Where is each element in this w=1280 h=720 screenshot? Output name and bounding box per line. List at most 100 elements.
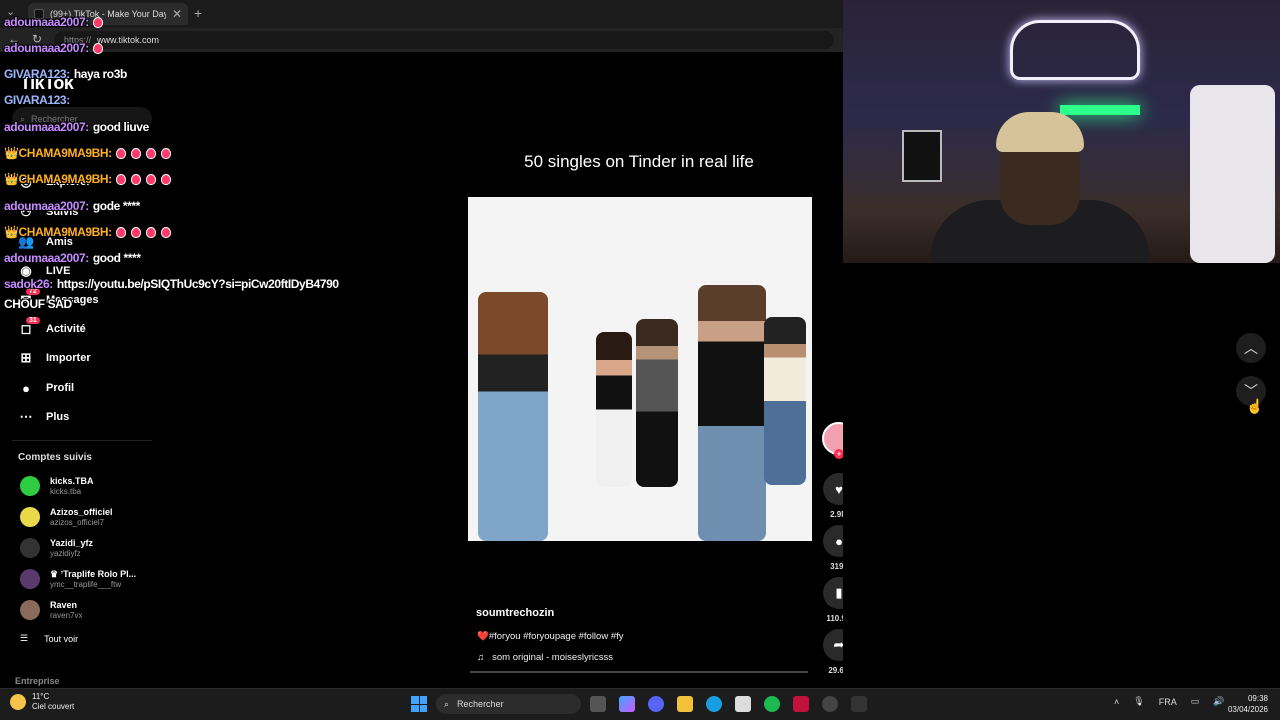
following-heading: Comptes suivis xyxy=(18,452,92,463)
heart-emote-icon xyxy=(160,226,171,238)
heart-icon[interactable]: ♥ xyxy=(823,473,843,505)
weather-temp: 11°C xyxy=(32,692,50,701)
sidebar-item-label: Importer xyxy=(46,352,91,364)
video-caption[interactable]: ❤️#foryou #foryoupage #follow #fy xyxy=(477,631,624,642)
previous-video-button[interactable]: ︿ xyxy=(1236,333,1266,363)
cow-plush xyxy=(1190,85,1275,263)
heart-emote-icon xyxy=(130,173,141,185)
chat-username: 👑CHAMA9MA9BH: xyxy=(4,146,112,160)
spotify-icon[interactable] xyxy=(764,696,780,712)
chat-username: 👑CHAMA9MA9BH: xyxy=(4,225,112,239)
share-icon[interactable]: ➦ xyxy=(823,629,843,661)
steam-icon[interactable] xyxy=(822,696,838,712)
chat-message: sadok26: https://youtu.be/pSIQThUc9cY?si=… xyxy=(4,274,339,294)
language-indicator[interactable]: FRA xyxy=(1159,697,1177,707)
sidebar-item-importer[interactable]: ⊞ Importer xyxy=(18,346,91,370)
chat-username: adoumaaa2007: xyxy=(4,120,89,134)
store-icon[interactable] xyxy=(735,696,751,712)
discord-icon[interactable] xyxy=(648,696,664,712)
profile-icon: ● xyxy=(22,380,30,396)
weather-widget[interactable]: 11°C Ciel couvert xyxy=(10,692,74,712)
activity-icon: ◻ 31 xyxy=(18,317,40,337)
music-note-icon: ♫ xyxy=(477,652,485,663)
sidebar-divider xyxy=(12,440,152,441)
chat-username: GIVARA123: xyxy=(4,93,70,107)
chat-text: good **** xyxy=(92,251,141,265)
video-creator-name[interactable]: soumtrechozin xyxy=(476,607,554,619)
task-view-icon[interactable] xyxy=(590,696,606,712)
chat-message: adoumaaa2007: xyxy=(4,38,108,58)
followed-account[interactable]: ♛ ʼTraplife Rolo Pl... ymc__traplife___ft… xyxy=(20,566,136,592)
streamer-cap xyxy=(996,112,1084,152)
neon-sign xyxy=(1010,20,1140,80)
heart-emote-icon xyxy=(130,147,141,159)
sidebar-item-profil[interactable]: ● Profil xyxy=(18,376,74,400)
followed-account[interactable]: Azizos_officiel azizos_officiel7 xyxy=(20,504,113,530)
account-handle: ymc__traplife___ftw xyxy=(50,580,122,589)
new-tab-icon[interactable]: + xyxy=(194,5,202,21)
followed-account[interactable]: Raven raven7vx xyxy=(20,597,82,623)
app-icon[interactable] xyxy=(793,696,809,712)
share-count: 29.6K xyxy=(828,666,843,675)
chat-message: GIVARA123: xyxy=(4,90,74,110)
followed-account[interactable]: kicks.TBA kicks.tba xyxy=(20,473,94,499)
windows-start-icon[interactable] xyxy=(411,696,427,712)
chat-text: good liuve xyxy=(92,120,149,134)
follow-plus-icon[interactable]: + xyxy=(834,449,843,459)
heart-emote-icon xyxy=(115,147,126,159)
sidebar-item-label: Activité xyxy=(46,323,86,335)
clock-date: 03/04/2026 xyxy=(1227,705,1268,714)
chevron-up-icon: ︿ xyxy=(1244,340,1258,356)
chat-text: https://youtu.be/pSIQThUc9cY?si=piCw20ft… xyxy=(56,277,339,291)
chat-message: 👑CHAMA9MA9BH: xyxy=(4,169,176,189)
browser-window: ⌄ (99+) TikTok - Make Your Day ✕ + ← ↻ h… xyxy=(0,0,843,688)
close-tab-icon[interactable]: ✕ xyxy=(172,7,182,21)
microphone-icon[interactable]: 🎙 xyxy=(1133,696,1144,707)
chat-username: adoumaaa2007: xyxy=(4,41,89,55)
chat-username: GIVARA123: xyxy=(4,67,70,81)
mouse-cursor-icon: ☝ xyxy=(1246,398,1264,414)
see-all-label: Tout voir xyxy=(44,633,79,644)
sidebar-item-activit[interactable]: ◻ 31 Activité xyxy=(18,317,86,341)
chat-message: 👑CHAMA9MA9BH: xyxy=(4,222,176,242)
copilot-icon[interactable] xyxy=(619,696,635,712)
account-name: Yazidi_yfz xyxy=(50,538,94,548)
chat-message: 👑CHAMA9MA9BH: xyxy=(4,143,176,163)
video-music[interactable]: ♫ som original - moiseslyricsss xyxy=(477,652,613,663)
save-action[interactable]: ▮ 110.9K xyxy=(822,577,843,623)
account-name: kicks.TBA xyxy=(50,476,94,486)
edge-icon[interactable] xyxy=(706,696,722,712)
share-action[interactable]: ➦ 29.6K xyxy=(822,629,843,675)
video-progress-bar[interactable] xyxy=(470,671,808,673)
obs-icon[interactable] xyxy=(851,696,867,712)
taskbar-search[interactable]: ⌕ Rechercher xyxy=(436,694,581,714)
chevron-up-icon[interactable]: ˄ xyxy=(1114,697,1119,707)
system-tray[interactable]: ˄ 🎙 FRA ▭ 🔊 xyxy=(1114,696,1224,707)
heart-emote-icon xyxy=(115,226,126,238)
comment-action[interactable]: ● 3193 xyxy=(822,525,843,571)
file-explorer-icon[interactable] xyxy=(677,696,693,712)
video-overlay-title: 50 singles on Tinder in real life xyxy=(524,152,754,171)
comment-icon[interactable]: ● xyxy=(823,525,843,557)
music-title: som original - moiseslyricsss xyxy=(492,652,614,663)
sidebar-item-plus[interactable]: ⋯ Plus xyxy=(18,405,70,429)
chat-message: adoumaaa2007: gode **** xyxy=(4,196,140,216)
taskbar-clock[interactable]: 09:38 03/04/2026 xyxy=(1222,693,1268,715)
chat-username: 👑CHAMA9MA9BH: xyxy=(4,172,112,186)
avatar xyxy=(20,569,40,589)
url-field[interactable]: https:// www.tiktok.com xyxy=(54,31,834,49)
video-player[interactable] xyxy=(468,197,812,541)
network-icon[interactable]: ▭ xyxy=(1191,696,1200,707)
sidebar-item-label: Plus xyxy=(46,411,70,423)
see-all-button[interactable]: ☰ Tout voir xyxy=(20,633,78,644)
heart-emote-icon xyxy=(92,42,103,54)
account-name: ♛ ʼTraplife Rolo Pl... xyxy=(50,569,137,579)
heart-emote-icon xyxy=(145,147,156,159)
comment-count: 3193 xyxy=(830,562,843,571)
heart-emote-icon xyxy=(145,226,156,238)
like-action[interactable]: ♥ 2.9M xyxy=(822,473,843,519)
company-heading[interactable]: Entreprise xyxy=(15,676,60,686)
heart-emote-icon xyxy=(92,16,103,28)
followed-account[interactable]: Yazidi_yfz yazidiyfz xyxy=(20,535,93,561)
bookmark-icon[interactable]: ▮ xyxy=(823,577,843,609)
